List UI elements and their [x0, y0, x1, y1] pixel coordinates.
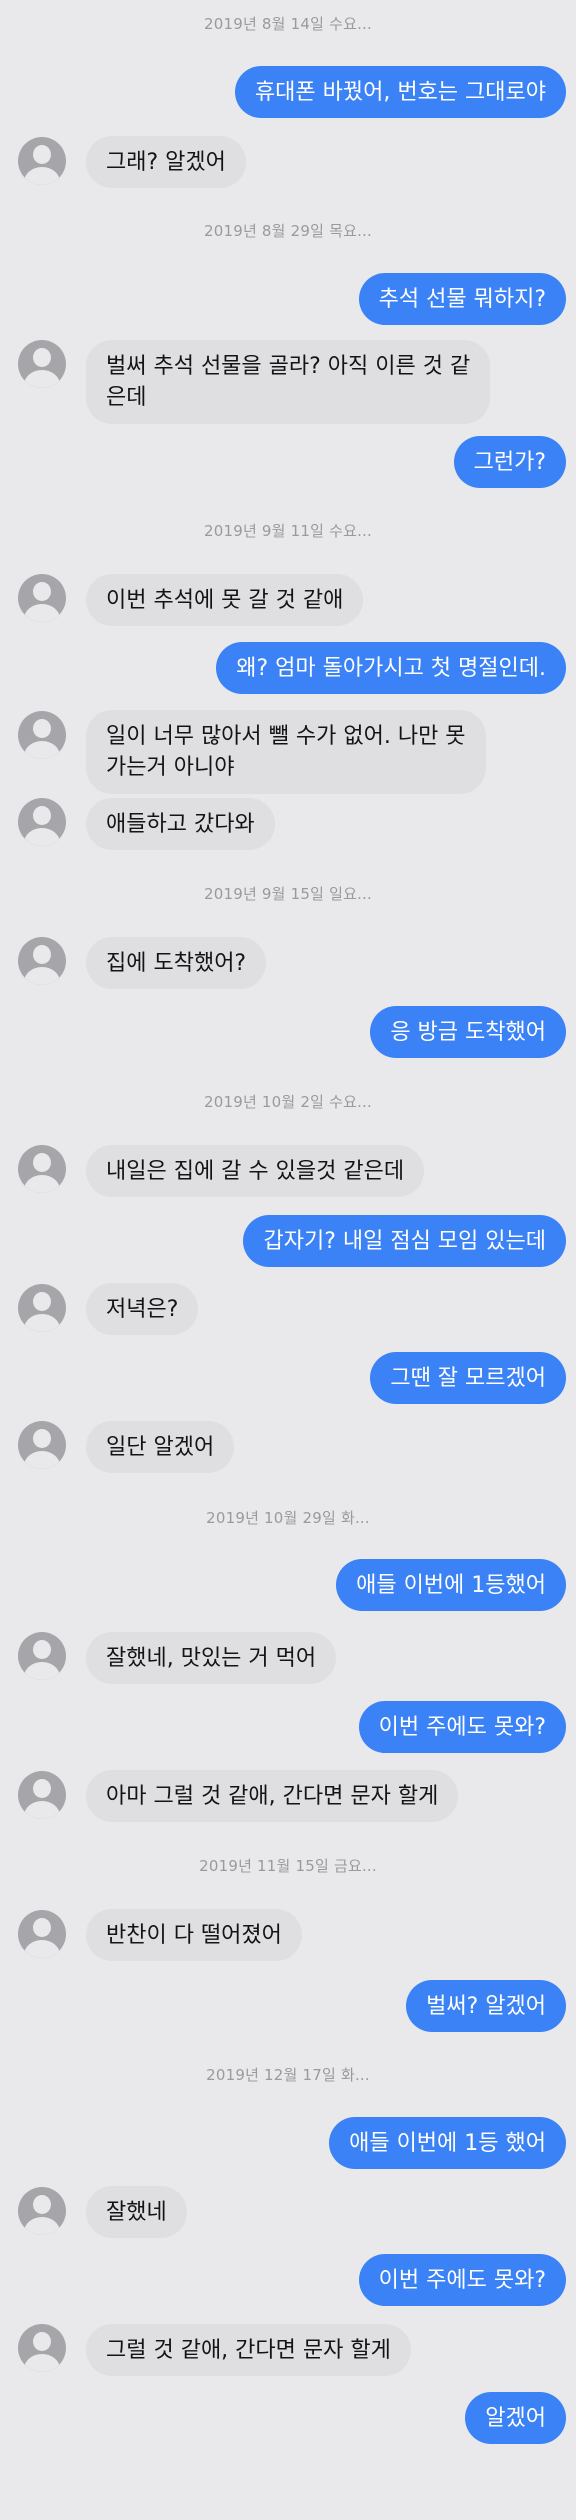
contact-avatar-icon — [18, 711, 66, 759]
contact-avatar-icon — [18, 1284, 66, 1332]
contact-avatar-icon — [18, 1910, 66, 1958]
sent-message-bubble[interactable]: 휴대폰 바꿨어, 번호는 그대로야 — [234, 66, 566, 118]
contact-avatar-icon — [18, 798, 66, 846]
date-separator: 2019년 9월 11일 수요... — [203, 522, 372, 540]
contact-avatar-icon — [18, 1145, 66, 1193]
sent-message-bubble[interactable]: 갑자기? 내일 점심 모임 있는데 — [243, 1215, 566, 1267]
received-message-bubble[interactable]: 일이 너무 많아서 뺄 수가 없어. 나만 못 가는거 아니야 — [86, 710, 486, 794]
received-message-bubble[interactable]: 애들하고 갔다와 — [86, 798, 275, 850]
sent-message-bubble[interactable]: 애들 이번에 1등 했어 — [329, 2117, 566, 2169]
contact-avatar-icon — [18, 2324, 66, 2372]
received-message-bubble[interactable]: 저녁은? — [86, 1283, 199, 1335]
date-separator: 2019년 8월 14일 수요... — [203, 15, 372, 33]
sent-message-bubble[interactable]: 추석 선물 뭐하지? — [358, 273, 566, 325]
message-thread: 2019년 8월 14일 수요... 휴대폰 바꿨어, 번호는 그대로야 그래?… — [0, 0, 576, 2520]
date-separator: 2019년 8월 29일 목요... — [203, 222, 372, 240]
received-message-bubble[interactable]: 잘했네, 맛있는 거 먹어 — [86, 1632, 337, 1684]
received-message-bubble[interactable]: 일단 알겠어 — [86, 1421, 235, 1473]
received-message-bubble[interactable]: 집에 도착했어? — [86, 937, 267, 989]
sent-message-bubble[interactable]: 그땐 잘 모르겠어 — [370, 1352, 566, 1404]
date-separator: 2019년 10월 29일 화... — [206, 1509, 370, 1527]
contact-avatar-icon — [18, 937, 66, 985]
received-message-bubble[interactable]: 이번 추석에 못 갈 것 같애 — [86, 574, 364, 626]
received-message-bubble[interactable]: 아마 그럴 것 같애, 간다면 문자 할게 — [86, 1770, 459, 1822]
contact-avatar-icon — [18, 137, 66, 185]
received-message-bubble[interactable]: 그래? 알겠어 — [86, 136, 246, 188]
date-separator: 2019년 9월 15일 일요... — [203, 885, 372, 903]
sent-message-bubble[interactable]: 애들 이번에 1등했어 — [336, 1559, 566, 1611]
sent-message-bubble[interactable]: 이번 주에도 못와? — [358, 2254, 566, 2306]
received-message-bubble[interactable]: 반찬이 다 떨어졌어 — [86, 1909, 302, 1961]
received-message-bubble[interactable]: 그럴 것 같애, 간다면 문자 할게 — [86, 2324, 411, 2376]
date-separator: 2019년 10월 2일 수요... — [203, 1093, 372, 1111]
received-message-bubble[interactable]: 내일은 집에 갈 수 있을것 같은데 — [86, 1145, 425, 1197]
sent-message-bubble[interactable]: 그런가? — [453, 436, 566, 488]
sent-message-bubble[interactable]: 벌써? 알겠어 — [406, 1980, 566, 2032]
received-message-bubble[interactable]: 잘했네 — [86, 2186, 187, 2238]
contact-avatar-icon — [18, 1421, 66, 1469]
received-message-bubble[interactable]: 벌써 추석 선물을 골라? 아직 이른 것 같 은데 — [86, 340, 491, 424]
date-separator: 2019년 11월 15일 금요... — [199, 1857, 377, 1875]
date-separator: 2019년 12월 17일 화... — [206, 2066, 370, 2084]
contact-avatar-icon — [18, 340, 66, 388]
sent-message-bubble[interactable]: 응 방금 도착했어 — [370, 1006, 566, 1058]
sent-message-bubble[interactable]: 알겠어 — [465, 2392, 566, 2444]
contact-avatar-icon — [18, 1632, 66, 1680]
sent-message-bubble[interactable]: 왜? 엄마 돌아가시고 첫 명절인데. — [216, 642, 566, 694]
contact-avatar-icon — [18, 2187, 66, 2235]
contact-avatar-icon — [18, 1771, 66, 1819]
contact-avatar-icon — [18, 574, 66, 622]
sent-message-bubble[interactable]: 이번 주에도 못와? — [358, 1701, 566, 1753]
